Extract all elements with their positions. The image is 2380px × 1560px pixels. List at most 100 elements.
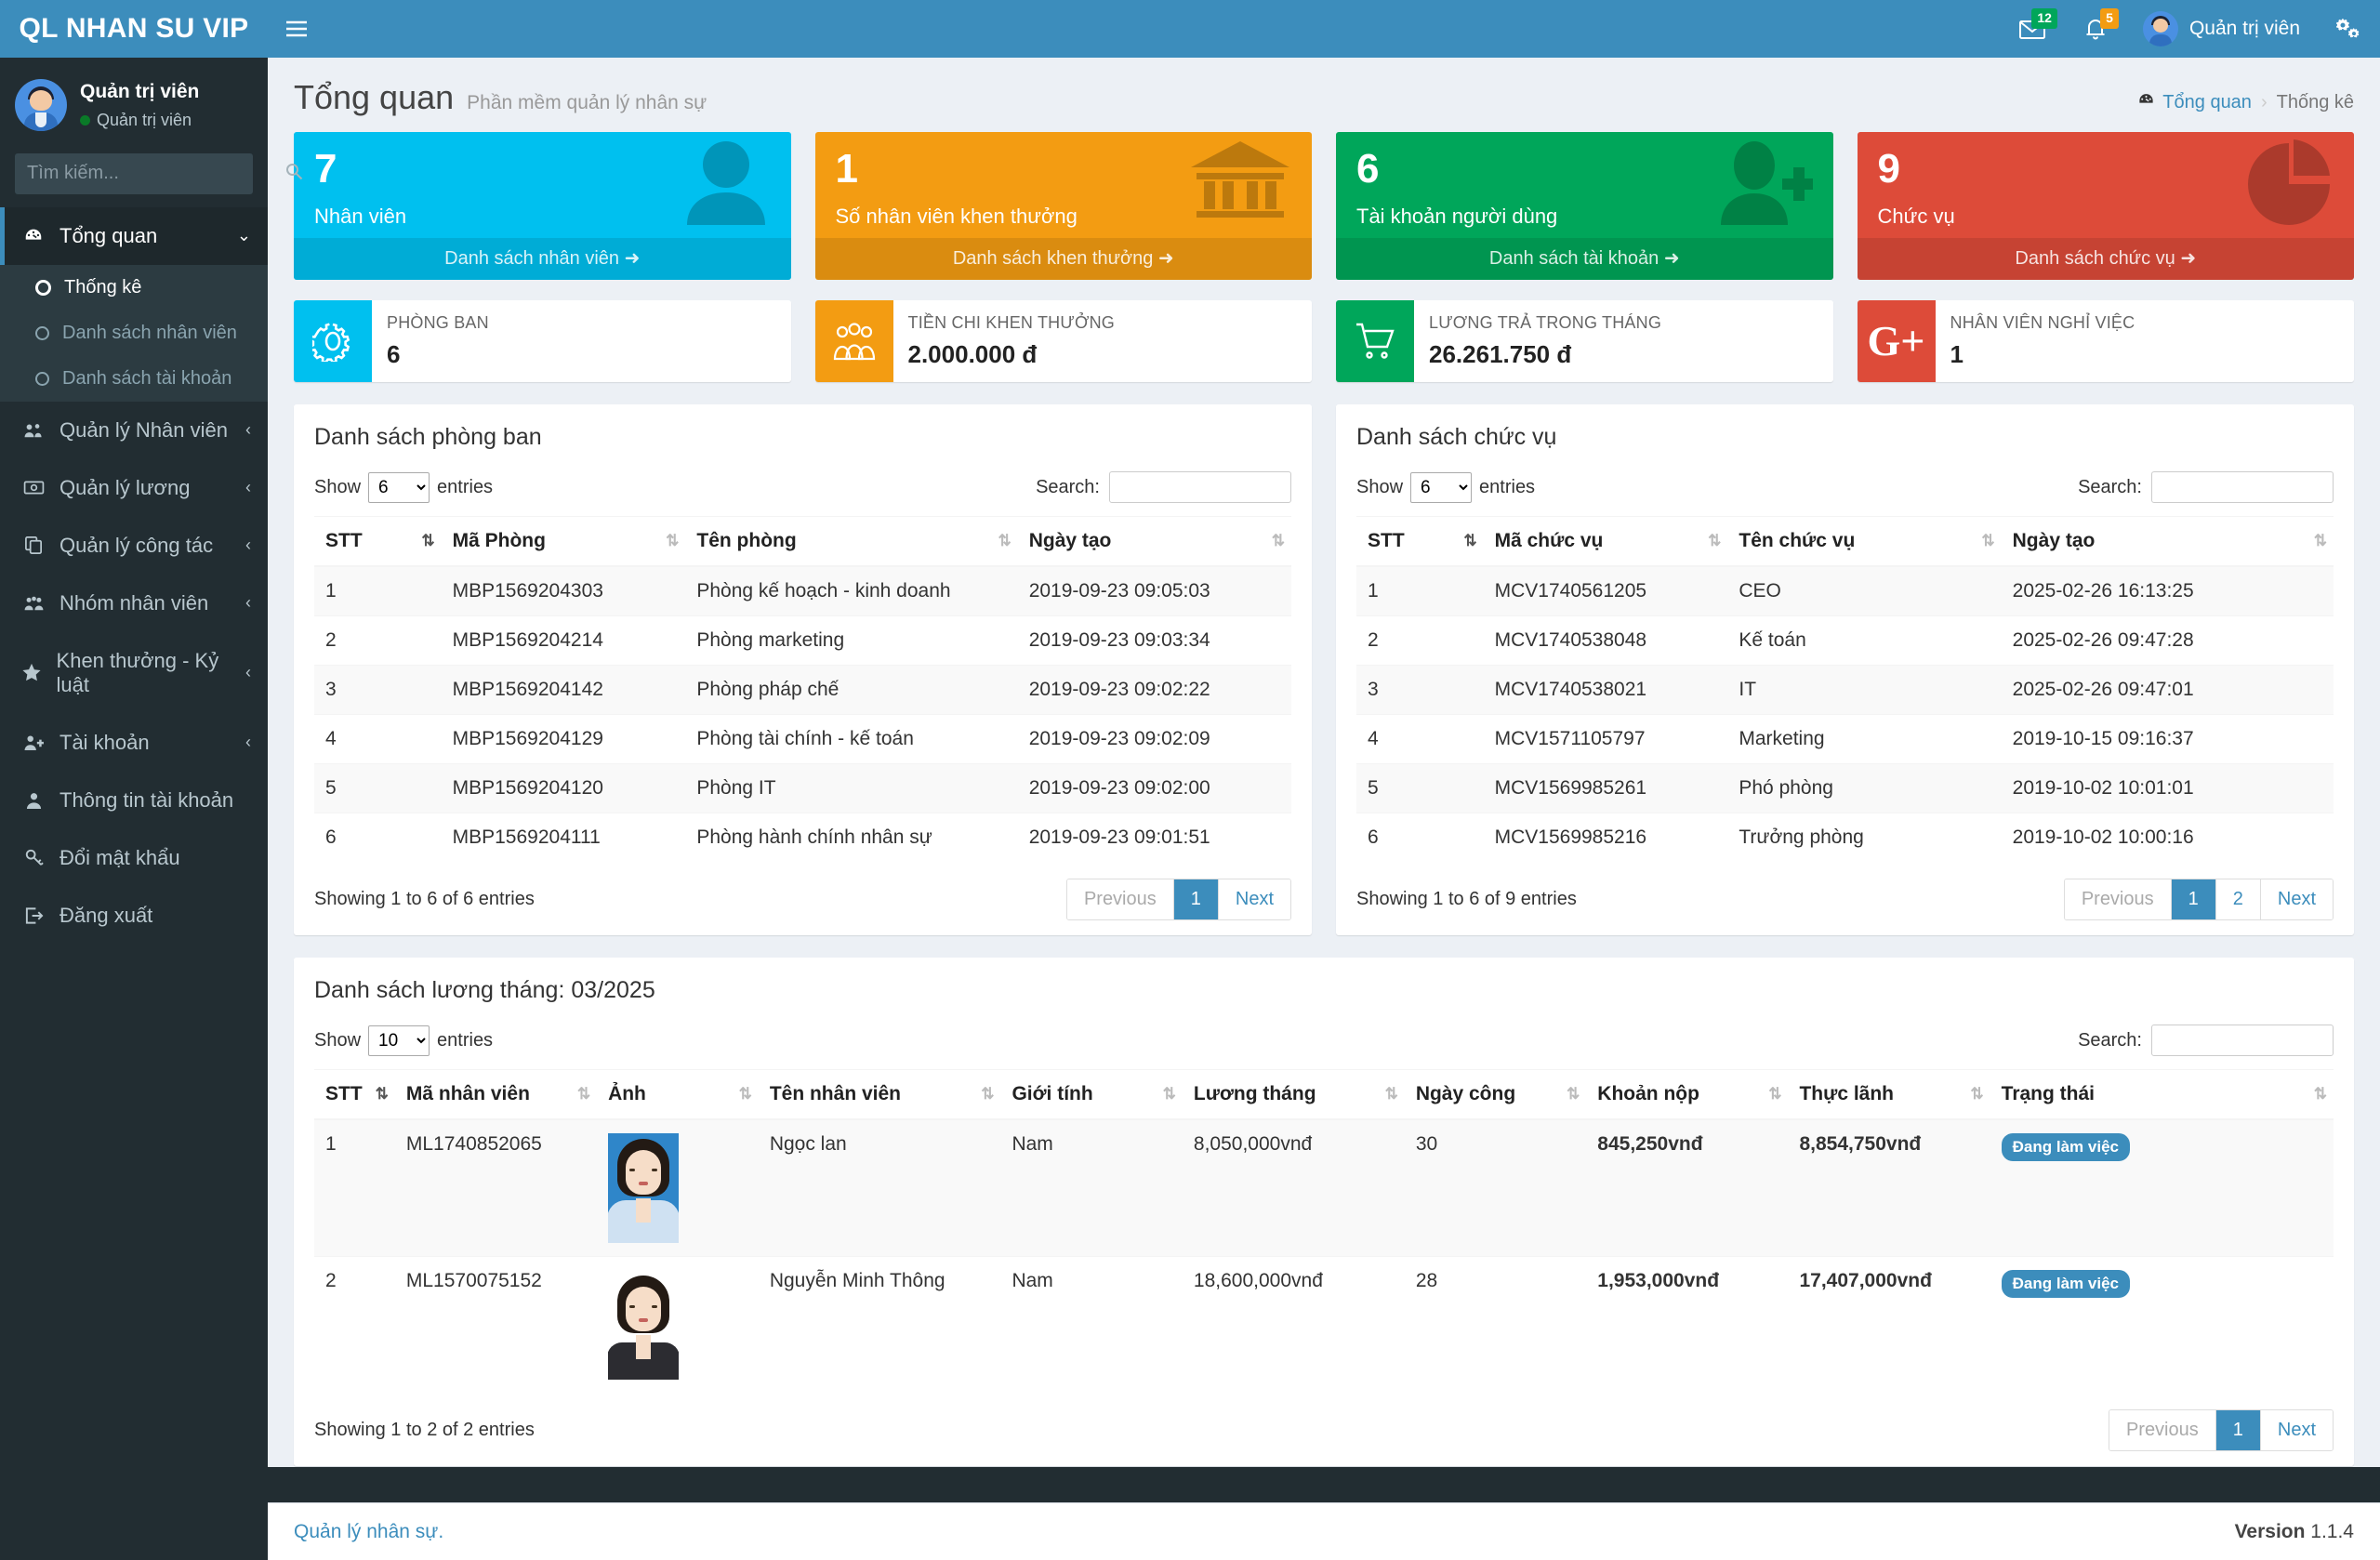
cell-gender: Nam: [1000, 1118, 1183, 1257]
table-row[interactable]: 5 MCV1569985261 Phó phòng 2019-10-02 10:01:…: [1356, 763, 2334, 813]
col-ma-chuc-vu[interactable]: Mã chức vụ ⇅: [1483, 516, 1728, 567]
stat-card-link[interactable]: Danh sách nhân viên ➜: [294, 238, 791, 280]
pagination-previous[interactable]: Previous: [2064, 879, 2172, 919]
table-row[interactable]: 6 MBP1569204111 Phòng hành chính nhân sự 20…: [314, 813, 1291, 862]
cell-code: MBP1569204129: [441, 714, 686, 764]
col-stt[interactable]: STT ⇅: [1356, 516, 1484, 567]
sidebar-link-tong-quan[interactable]: Tổng quan ⌄: [0, 206, 268, 265]
col-thuc-lanh[interactable]: Thực lãnh ⇅: [1788, 1069, 1990, 1120]
search-icon[interactable]: [284, 162, 316, 186]
notifications-button[interactable]: 5: [2065, 0, 2126, 58]
sidebar-item-quan-ly-nhan-vien[interactable]: Quản lý Nhân viên ‹: [0, 402, 268, 459]
sidebar-item-dang-xuat[interactable]: Đăng xuất: [0, 887, 268, 945]
navbar-user-menu[interactable]: Quản trị viên: [2126, 0, 2317, 58]
sidebar-toggle-button[interactable]: [268, 0, 325, 58]
table-row[interactable]: 6 MCV1569985216 Trưởng phòng 2019-10-02 10:…: [1356, 813, 2334, 862]
cell-name: Trưởng phòng: [1727, 813, 2002, 862]
table-row[interactable]: 3 MCV1740538021 IT 2025-02-26 09:47:01: [1356, 665, 2334, 715]
table-row[interactable]: 1 MBP1569204303 Phòng kế hoạch - kinh doan…: [314, 565, 1291, 616]
sidebar-sublink-thong-ke[interactable]: Thống kê: [0, 265, 268, 311]
salary-page-length-select[interactable]: 102550100: [368, 1025, 430, 1056]
breadcrumb-root[interactable]: Tổng quan: [2137, 91, 2252, 114]
sidebar-link-nhom-nhan-vien[interactable]: Nhóm nhân viên ‹: [0, 575, 268, 632]
col-anh[interactable]: Ảnh ⇅: [597, 1069, 759, 1120]
pagination-page-2[interactable]: 2: [2215, 879, 2261, 919]
col-ten-nhan-vien[interactable]: Tên nhân viên ⇅: [758, 1069, 1001, 1120]
col-ma-phong[interactable]: Mã Phòng ⇅: [441, 516, 686, 567]
col-ngay-tao[interactable]: Ngày tạo ⇅: [1017, 516, 1291, 567]
positions-page-length-select[interactable]: 6102550100: [1410, 471, 1473, 503]
positions-search-control: Search:: [2078, 471, 2334, 503]
info-box-reward-money: TIỀN CHI KHEN THƯỞNG 2.000.000 đ: [814, 300, 1312, 382]
departments-search-input[interactable]: [1109, 471, 1291, 503]
col-ma-nhan-vien[interactable]: Mã nhân viên ⇅: [394, 1069, 598, 1120]
table-row[interactable]: 1 ML1740852065 Ngọc lan Nam 8,050,000vnđ…: [314, 1118, 2334, 1257]
table-row[interactable]: 5 MBP1569204120 Phòng IT 2019-09-23 09:02:0…: [314, 763, 1291, 813]
pagination-next[interactable]: Next: [2260, 879, 2333, 919]
col-luong-thang[interactable]: Lương tháng ⇅: [1182, 1069, 1405, 1120]
pagination-next[interactable]: Next: [2260, 1410, 2333, 1450]
pagination-next[interactable]: Next: [1218, 879, 1290, 919]
pagination-previous[interactable]: Previous: [1066, 879, 1174, 919]
sidebar-subitem-thong-ke[interactable]: Thống kê: [0, 265, 268, 311]
pagination-page-1[interactable]: 1: [2171, 879, 2216, 919]
sidebar-link-thong-tin-tai-khoan[interactable]: Thông tin tài khoản: [0, 772, 268, 829]
sidebar-item-quan-ly-cong-tac[interactable]: Quản lý công tác ‹: [0, 517, 268, 575]
sidebar-item-tong-quan[interactable]: Tổng quan ⌄ Thống kê Danh sách nhân viên: [0, 206, 268, 402]
table-row[interactable]: 2 MCV1740538048 Kế toán 2025-02-26 09:47:28: [1356, 615, 2334, 666]
departments-page-length-select[interactable]: 6102550100: [368, 471, 430, 503]
sidebar-search[interactable]: [15, 152, 303, 194]
sidebar-subitem-danh-sach-nhan-vien[interactable]: Danh sách nhân viên: [0, 311, 268, 356]
sidebar-link-quan-ly-luong[interactable]: Quản lý lương ‹: [0, 459, 268, 517]
sidebar-item-nhom-nhan-vien[interactable]: Nhóm nhân viên ‹: [0, 575, 268, 632]
salary-table-footer: Showing 1 to 2 of 2 entries Previous 1 N…: [314, 1409, 2334, 1451]
employee-photo: [608, 1270, 680, 1380]
table-row[interactable]: 3 MBP1569204142 Phòng pháp chế 2019-09-23 0…: [314, 665, 1291, 715]
sidebar-sublink-danh-sach-nhan-vien[interactable]: Danh sách nhân viên: [0, 311, 268, 356]
footer-link[interactable]: Quản lý nhân sự.: [294, 1521, 443, 1542]
sidebar-link-quan-ly-cong-tac[interactable]: Quản lý công tác ‹: [0, 517, 268, 575]
col-stt[interactable]: STT ⇅: [314, 1069, 395, 1120]
sidebar-item-quan-ly-luong[interactable]: Quản lý lương ‹: [0, 459, 268, 517]
table-row[interactable]: 4 MCV1571105797 Marketing 2019-10-15 09:16:…: [1356, 714, 2334, 764]
sidebar-sublink-danh-sach-tai-khoan[interactable]: Danh sách tài khoản: [0, 356, 268, 402]
sidebar-link-doi-mat-khau[interactable]: Đổi mật khẩu: [0, 829, 268, 887]
col-ngay-tao[interactable]: Ngày tạo ⇅: [2001, 516, 2334, 567]
sidebar-item-khen-thuong-ky-luat[interactable]: Khen thưởng - Kỷ luật ‹: [0, 632, 268, 714]
sidebar-subitem-danh-sach-tai-khoan[interactable]: Danh sách tài khoản: [0, 356, 268, 402]
stat-card-link[interactable]: Danh sách tài khoản ➜: [1336, 238, 1833, 280]
col-stt[interactable]: STT ⇅: [314, 516, 442, 567]
sidebar-link-dang-xuat[interactable]: Đăng xuất: [0, 887, 268, 945]
sidebar-link-quan-ly-nhan-vien[interactable]: Quản lý Nhân viên ‹: [0, 402, 268, 459]
pagination-page-1[interactable]: 1: [2215, 1410, 2261, 1450]
stat-card-link[interactable]: Danh sách chức vụ ➜: [1857, 238, 2354, 280]
salary-search-input[interactable]: [2151, 1025, 2334, 1056]
messages-button[interactable]: 12: [2000, 0, 2065, 58]
col-trang-thai[interactable]: Trạng thái ⇅: [1990, 1069, 2334, 1120]
pagination-page-1[interactable]: 1: [1173, 879, 1219, 919]
sidebar-link-khen-thuong-ky-luat[interactable]: Khen thưởng - Kỷ luật ‹: [0, 632, 268, 714]
salary-pagination: Previous 1 Next: [2108, 1409, 2334, 1451]
search-input[interactable]: [16, 163, 284, 185]
brand-logo[interactable]: QL NHAN SU VIP: [0, 0, 268, 58]
stat-card-link[interactable]: Danh sách khen thưởng ➜: [814, 238, 1312, 280]
pagination-previous[interactable]: Previous: [2109, 1410, 2216, 1450]
departments-box: Danh sách phòng ban Show 6102550100 entr…: [294, 404, 1312, 935]
table-row[interactable]: 4 MBP1569204129 Phòng tài chính - kế toán 2…: [314, 714, 1291, 764]
sidebar-item-thong-tin-tai-khoan[interactable]: Thông tin tài khoản: [0, 772, 268, 829]
positions-search-input[interactable]: [2151, 471, 2334, 503]
col-gioi-tinh[interactable]: Giới tính ⇅: [1000, 1069, 1183, 1120]
table-row[interactable]: 2 MBP1569204214 Phòng marketing 2019-09-23 …: [314, 615, 1291, 666]
sidebar-item-tai-khoan[interactable]: Tài khoản ‹: [0, 714, 268, 772]
col-ten-chuc-vu[interactable]: Tên chức vụ ⇅: [1727, 516, 2002, 567]
col-khoan-nop[interactable]: Khoản nộp ⇅: [1586, 1069, 1789, 1120]
col-ten-phong[interactable]: Tên phòng ⇅: [685, 516, 1018, 567]
table-row[interactable]: 1 MCV1740561205 CEO 2025-02-26 16:13:25: [1356, 565, 2334, 616]
salary-table-controls: Show 102550100 entries Search:: [314, 1025, 2334, 1056]
sidebar-link-tai-khoan[interactable]: Tài khoản ‹: [0, 714, 268, 772]
sidebar-item-doi-mat-khau[interactable]: Đổi mật khẩu: [0, 829, 268, 887]
settings-button[interactable]: [2317, 0, 2380, 58]
col-ngay-cong[interactable]: Ngày công ⇅: [1404, 1069, 1587, 1120]
table-row[interactable]: 2 ML1570075152 Nguyễn Minh Thông Nam 18,…: [314, 1256, 2334, 1393]
sidebar-user-panel[interactable]: Quản trị viên Quản trị viên: [0, 58, 268, 150]
